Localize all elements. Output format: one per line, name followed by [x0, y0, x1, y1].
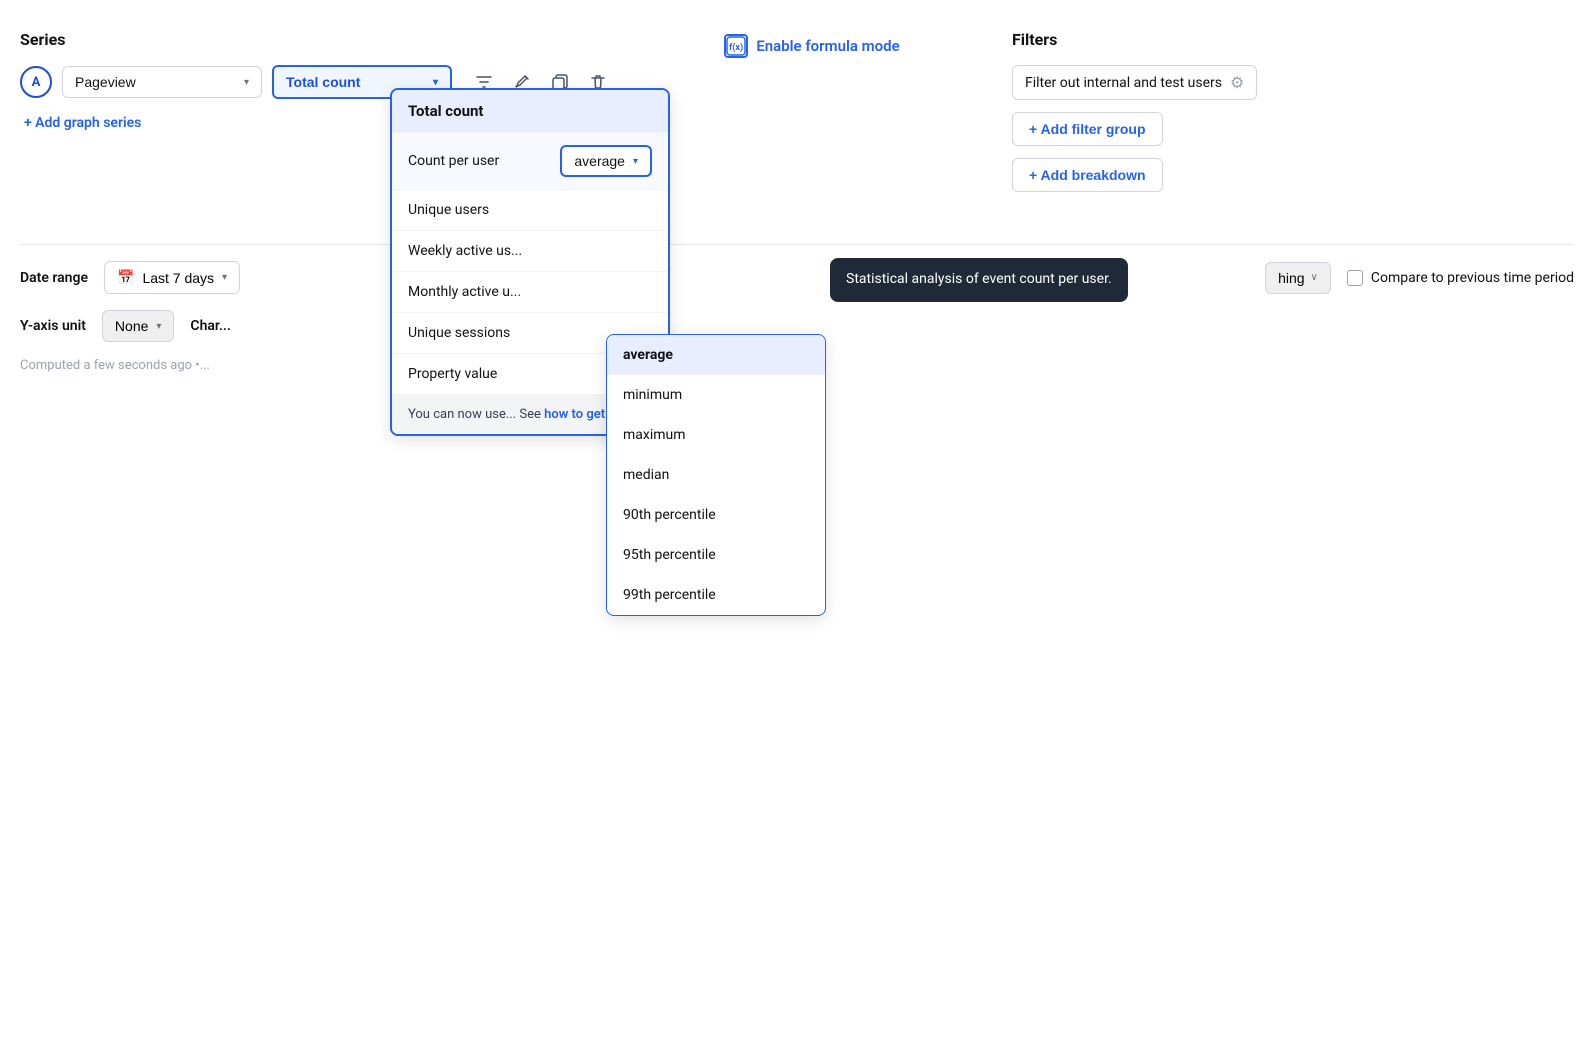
promo-text: You can now use... See — [408, 407, 544, 422]
menu-item-monthly-active[interactable]: Monthly active u... — [392, 272, 668, 313]
formula-icon: f(x) — [724, 34, 748, 58]
date-range-label: Date range — [20, 270, 88, 286]
average-chevron-icon: ▾ — [633, 156, 638, 167]
compare-label: Compare to previous time period — [1371, 270, 1574, 286]
page: Series A Pageview ▾ Total count ▾ — [0, 0, 1594, 1042]
formula-mode-label: Enable formula mode — [756, 37, 899, 55]
menu-item-unique-users[interactable]: Unique users — [392, 190, 668, 231]
option-95th[interactable]: 95th percentile — [607, 535, 825, 575]
date-range-dropdown[interactable]: 📅 Last 7 days ▾ — [104, 261, 240, 294]
option-maximum-label: maximum — [623, 427, 686, 443]
monthly-active-label: Monthly active u... — [408, 284, 521, 300]
metric-dropdown-value: Total count — [286, 74, 360, 90]
chevron-down-blue-icon: ▾ — [433, 77, 438, 88]
series-badge: A — [20, 66, 52, 98]
average-sub-dropdown[interactable]: average ▾ — [560, 145, 652, 177]
date-row: Date range 📅 Last 7 days ▾ hing ∨ Compar… — [20, 261, 1574, 294]
tooltip-text: Statistical analysis of event count per … — [846, 271, 1112, 287]
average-label: average — [574, 153, 625, 169]
option-median[interactable]: median — [607, 455, 825, 495]
formula-mode-button[interactable]: f(x) Enable formula mode — [724, 34, 899, 58]
tooltip: Statistical analysis of event count per … — [830, 258, 1128, 302]
menu-item-total-count-label: Total count — [408, 102, 483, 120]
option-90th-label: 90th percentile — [623, 507, 716, 523]
series-title: Series — [20, 30, 612, 49]
property-value-label: Property value — [408, 366, 497, 382]
option-average[interactable]: average — [607, 335, 825, 375]
compare-checkbox[interactable] — [1347, 270, 1363, 286]
calendar-icon: 📅 — [117, 269, 134, 286]
smoothing-dropdown[interactable]: hing ∨ — [1265, 262, 1331, 294]
formula-area: f(x) Enable formula mode — [612, 30, 1012, 58]
average-options-menu: average minimum maximum median 90th perc… — [606, 334, 826, 616]
yaxis-unit-value: None — [115, 318, 148, 334]
event-dropdown[interactable]: Pageview ▾ — [62, 66, 262, 98]
yaxis-unit-dropdown[interactable]: None ▾ — [102, 310, 175, 342]
smoothing-label: hing — [1278, 270, 1304, 286]
yaxis-unit-label: Y-axis unit — [20, 318, 86, 334]
unique-users-label: Unique users — [408, 202, 489, 218]
compare-checkbox-container[interactable]: Compare to previous time period — [1347, 270, 1574, 286]
chevron-down-icon: ▾ — [244, 77, 249, 88]
active-filter-tag[interactable]: Filter out internal and test users ⚙ — [1012, 65, 1257, 100]
smoothing-chevron-icon: ∨ — [1311, 272, 1318, 283]
date-range-value: Last 7 days — [142, 270, 214, 286]
option-median-label: median — [623, 467, 669, 483]
count-per-user-label: Count per user — [408, 153, 499, 169]
gear-icon[interactable]: ⚙ — [1230, 73, 1244, 92]
menu-item-count-per-user[interactable]: Count per user average ▾ — [392, 133, 668, 190]
filters-panel: Filters Filter out internal and test use… — [1012, 30, 1574, 204]
chart-type-label: Char... — [190, 318, 230, 334]
option-99th[interactable]: 99th percentile — [607, 575, 825, 615]
add-breakdown-label: + Add breakdown — [1029, 167, 1146, 183]
svg-text:f(x): f(x) — [729, 42, 743, 53]
top-section: Series A Pageview ▾ Total count ▾ — [20, 20, 1574, 224]
add-series-label: + Add graph series — [24, 115, 141, 131]
add-breakdown-button[interactable]: + Add breakdown — [1012, 158, 1163, 192]
add-filter-group-label: + Add filter group — [1029, 121, 1146, 137]
filters-title: Filters — [1012, 30, 1574, 49]
menu-item-weekly-active[interactable]: Weekly active us... — [392, 231, 668, 272]
option-95th-label: 95th percentile — [623, 547, 716, 563]
add-filter-group-button[interactable]: + Add filter group — [1012, 112, 1163, 146]
menu-item-total-count[interactable]: Total count — [392, 90, 668, 133]
sub-dropdown-container: average minimum maximum median 90th perc… — [606, 330, 826, 616]
date-chevron-icon: ▾ — [222, 272, 227, 283]
event-dropdown-value: Pageview — [75, 74, 136, 90]
option-99th-label: 99th percentile — [623, 587, 716, 603]
option-minimum[interactable]: minimum — [607, 375, 825, 415]
filter-text: Filter out internal and test users — [1025, 75, 1222, 91]
option-90th[interactable]: 90th percentile — [607, 495, 825, 535]
unique-sessions-label: Unique sessions — [408, 325, 510, 341]
option-minimum-label: minimum — [623, 387, 682, 403]
option-average-label: average — [623, 347, 673, 363]
yaxis-chevron-icon: ▾ — [156, 321, 161, 332]
weekly-active-label: Weekly active us... — [408, 243, 522, 259]
option-maximum[interactable]: maximum — [607, 415, 825, 455]
